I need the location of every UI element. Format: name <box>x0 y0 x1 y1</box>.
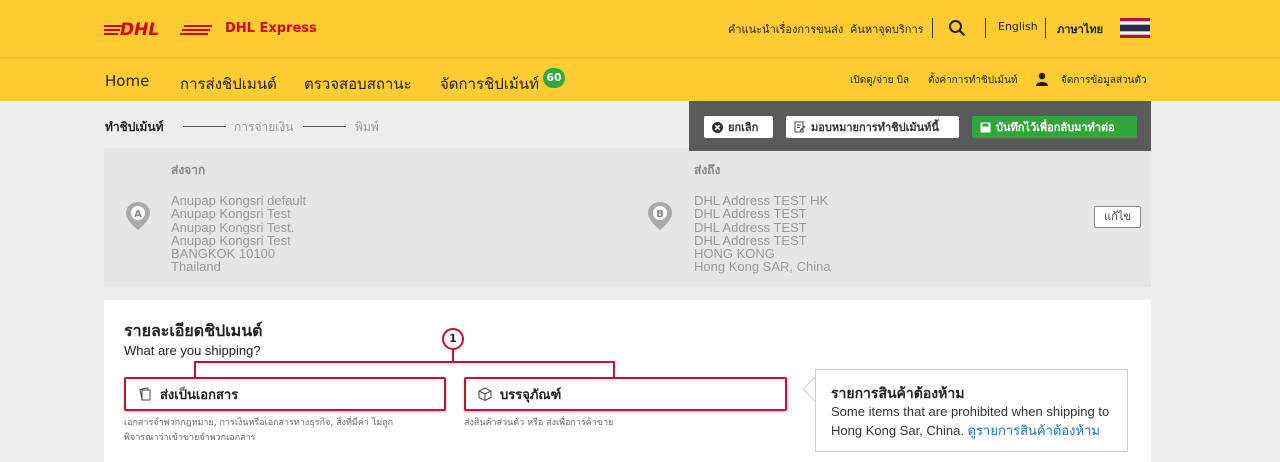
to-line: DHL Address TEST <box>694 219 807 235</box>
cancel-button[interactable]: ยกเลิก <box>704 116 773 138</box>
nav-shipment-settings[interactable]: ตั้งค่าการทำชิปเม้นท์ <box>928 73 1018 88</box>
to-line: DHL Address TEST <box>694 206 807 222</box>
from-address: Anupap Kongsri default Anupap Kongsri Te… <box>171 194 306 274</box>
from-line: BANGKOK 10100 <box>171 246 276 262</box>
main-nav: Home การส่งชิปเมนต์ ตรวจสอบสถานะ จัดการช… <box>0 59 1280 101</box>
thai-flag-icon <box>1120 18 1150 38</box>
prohibited-text: Some items that are prohibited when ship… <box>831 402 1121 440</box>
from-line: Anupap Kongsri Test <box>171 232 291 248</box>
to-title: ส่งถึง <box>694 163 721 177</box>
lang-thai[interactable]: ภาษาไทย <box>1057 20 1103 38</box>
documents-description: เอกสารจำพวกกฎหมาย, การเงินหรือเอกสารทางธ… <box>124 416 393 446</box>
documents-option[interactable]: ส่งเป็นเอกสาร <box>124 377 446 411</box>
manage-count-badge: 60 <box>543 68 565 88</box>
dhl-logo[interactable]: DHL <box>104 18 212 40</box>
edit-document-icon <box>794 121 806 133</box>
box-icon <box>478 387 492 401</box>
lang-english[interactable]: English <box>998 20 1038 33</box>
search-icon[interactable] <box>948 19 966 37</box>
package-description: ส่งสินค้าส่วนตัว หรือ ส่งเพื่อการค้าขาย <box>464 418 614 428</box>
shipping-guide-link[interactable]: คำแนะนำเรื่องการขนส่ง <box>728 20 843 38</box>
step-create-shipment: ทำชิปเม้นท์ <box>105 120 164 134</box>
save-icon <box>980 122 991 132</box>
save-for-later-button[interactable]: บันทึกไว้เพื่อกลับมาทำต่อ <box>972 116 1137 138</box>
close-circle-icon <box>712 121 723 133</box>
documents-description-line: พิจารณาว่าเข้าข่ายจำพวกเอกสาร <box>124 433 256 443</box>
delegate-label: มอบหมายการทำชิปเม้นท์นี้ <box>811 121 939 134</box>
from-title: ส่งจาก <box>171 163 206 177</box>
step-print: พิมพ์ <box>355 120 379 134</box>
save-label: บันทึกไว้เพื่อกลับมาทำต่อ <box>996 121 1115 134</box>
from-line: Anupap Kongsri default <box>171 193 307 208</box>
from-line: Anupap Kongsri Test. <box>171 219 295 235</box>
nav-billing[interactable]: เปิดดู/จ่าย บิล <box>850 73 909 88</box>
callout-bracket <box>194 361 615 379</box>
divider <box>932 18 933 38</box>
user-icon <box>1036 72 1048 86</box>
documents-description-line: เอกสารจำพวกกฎหมาย, การเงินหรือเอกสารทางธ… <box>124 418 394 428</box>
pin-a-label: A <box>134 209 142 220</box>
divider <box>985 18 986 38</box>
package-option[interactable]: บรรจุภัณฑ์ <box>464 377 787 411</box>
cancel-label: ยกเลิก <box>728 121 759 134</box>
section-title: รายละเอียดชิปเมนต์ <box>124 321 263 340</box>
nav-track[interactable]: ตรวจสอบสถานะ <box>304 72 412 96</box>
edit-address-button[interactable]: แก้ไข <box>1094 206 1141 228</box>
divider <box>1045 18 1046 38</box>
documents-label: ส่งเป็นเอกสาร <box>160 387 239 403</box>
pin-b-label: B <box>656 209 664 220</box>
step-payment: การจ่ายเงิน <box>234 120 294 134</box>
to-line: DHL Address TEST <box>694 232 807 248</box>
nav-manage[interactable]: จัดการชิปเม้นท์ <box>440 72 539 96</box>
to-line: DHL Address TEST HK <box>694 193 829 208</box>
from-line: Thailand <box>171 259 221 275</box>
nav-ship[interactable]: การส่งชิปเมนต์ <box>180 72 277 96</box>
nav-home[interactable]: Home <box>105 72 149 90</box>
package-label: บรรจุภัณฑ์ <box>500 387 562 403</box>
to-line: Hong Kong SAR, China <box>694 259 831 275</box>
from-line: Anupap Kongsri Test <box>171 206 291 222</box>
to-address: DHL Address TEST HK DHL Address TEST DHL… <box>694 194 831 274</box>
top-bar: DHL DHL Express คำแนะนำเรื่องการขนส่ง ค้… <box>0 0 1280 57</box>
section-subtitle: What are you shipping? <box>124 343 261 358</box>
address-panel: ส่งจาก A Anupap Kongsri default Anupap K… <box>104 148 1151 287</box>
nav-profile[interactable]: จัดการข้อมูลส่วนตัว <box>1061 73 1147 88</box>
step-connector <box>303 126 346 127</box>
brand-name: DHL Express <box>225 21 317 36</box>
callout-number: 1 <box>442 328 464 350</box>
pin-a-icon: A <box>126 202 150 230</box>
prohibited-items-link[interactable]: ดูรายการสินค้าต้องห้าม <box>968 423 1100 438</box>
pin-b-icon: B <box>648 202 672 230</box>
step-connector <box>183 126 226 127</box>
delegate-button[interactable]: มอบหมายการทำชิปเม้นท์นี้ <box>786 116 959 138</box>
action-bar: ยกเลิก มอบหมายการทำชิปเม้นท์นี้ บันทึกไว… <box>689 101 1151 151</box>
find-service-point-link[interactable]: ค้นหาจุดบริการ <box>850 20 924 38</box>
to-line: HONG KONG <box>694 246 775 262</box>
document-icon <box>139 387 151 401</box>
svg-text:DHL: DHL <box>120 20 159 40</box>
prohibited-items-box: รายการสินค้าต้องห้าม Some items that are… <box>815 369 1128 452</box>
